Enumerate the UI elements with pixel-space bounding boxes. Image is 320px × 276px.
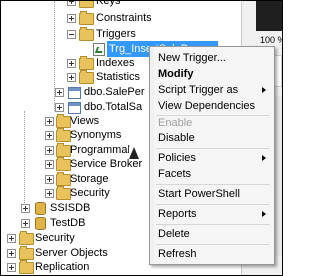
tree-item-label: Constraints	[96, 12, 152, 24]
folder-icon	[56, 172, 71, 186]
menu-item-facets[interactable]: Facets	[158, 166, 270, 182]
menu-item-modify[interactable]: Modify	[158, 66, 270, 82]
context-menu: New Trigger... Modify Script Trigger as …	[149, 46, 275, 265]
object-explorer-window: 100 % Keys Constraints Triggers Trg_Inse…	[0, 0, 283, 276]
tree-item-label: Security	[35, 232, 75, 244]
menu-item-refresh[interactable]: Refresh	[158, 246, 270, 262]
tree-item-label: Replication	[35, 261, 90, 273]
mouse-pointer-icon	[129, 147, 139, 159]
menu-separator	[156, 148, 270, 149]
menu-item-enable: Enable	[158, 117, 193, 129]
tree-item-label: Statistics	[96, 71, 141, 83]
tree-item-label: Keys	[96, 0, 121, 7]
folder-icon	[56, 143, 71, 157]
editor-toolbar-strip	[256, 1, 282, 31]
tree-item-label: TestDB	[50, 217, 86, 229]
folder-icon	[56, 186, 71, 200]
expand-icon[interactable]	[45, 175, 54, 184]
expand-icon[interactable]	[7, 249, 16, 258]
menu-item-reports[interactable]: Reports	[158, 206, 270, 222]
tree-item-label: SSISDB	[50, 202, 91, 214]
zoom-level[interactable]: 100 %	[260, 35, 282, 45]
expand-icon[interactable]	[45, 131, 54, 140]
expand-icon[interactable]	[67, 14, 76, 23]
menu-separator	[156, 224, 270, 225]
expand-icon[interactable]	[45, 189, 54, 198]
menu-separator	[156, 244, 270, 245]
menu-item-delete[interactable]: Delete	[158, 226, 270, 242]
folder-icon	[19, 260, 34, 274]
expand-icon[interactable]	[55, 103, 64, 112]
expand-icon[interactable]	[7, 234, 16, 243]
expand-icon[interactable]	[67, 1, 76, 6]
folder-icon	[79, 11, 94, 25]
menu-item-script-trigger-as[interactable]: Script Trigger as	[158, 82, 270, 98]
menu-item-new-trigger[interactable]: New Trigger...	[158, 50, 270, 66]
expand-icon[interactable]	[45, 146, 54, 155]
menu-item-disable[interactable]: Disable	[158, 130, 270, 146]
expand-icon[interactable]	[21, 219, 30, 228]
menu-item-label: Reports	[158, 208, 197, 220]
folder-icon	[79, 1, 94, 8]
folder-icon	[79, 56, 94, 70]
expand-icon[interactable]	[21, 204, 30, 213]
menu-separator	[156, 204, 270, 205]
tree-item-label: dbo.SalePer	[84, 86, 145, 98]
menu-item-label: Policies	[158, 152, 196, 164]
expand-icon[interactable]	[45, 117, 54, 126]
collapse-icon[interactable]	[67, 30, 76, 39]
menu-gutter	[150, 47, 154, 264]
folder-icon	[79, 70, 94, 84]
submenu-arrow-icon	[262, 155, 266, 161]
expand-icon[interactable]	[7, 263, 16, 272]
menu-item-view-dependencies[interactable]: View Dependencies	[158, 98, 270, 114]
menu-item-start-powershell[interactable]: Start PowerShell	[158, 186, 270, 202]
submenu-arrow-icon	[262, 211, 266, 217]
expand-icon[interactable]	[67, 73, 76, 82]
expand-icon[interactable]	[55, 88, 64, 97]
menu-item-policies[interactable]: Policies	[158, 150, 270, 166]
folder-icon	[19, 246, 34, 260]
folder-icon	[79, 27, 94, 41]
expand-icon[interactable]	[45, 160, 54, 169]
folder-icon	[56, 157, 71, 171]
tree-item-label: Triggers	[96, 28, 136, 40]
table-icon	[68, 87, 81, 99]
folder-icon	[19, 231, 34, 245]
database-icon	[35, 217, 46, 230]
tree-item-label: Security	[70, 187, 110, 199]
menu-item-label: Script Trigger as	[158, 84, 239, 96]
folder-icon	[56, 128, 71, 142]
folder-icon	[56, 114, 71, 128]
menu-separator	[156, 184, 270, 185]
tree-guide-line	[24, 111, 25, 207]
tree-item-label: Synonyms	[70, 129, 122, 141]
database-icon	[35, 202, 46, 215]
expand-icon[interactable]	[67, 59, 76, 68]
submenu-arrow-icon	[262, 87, 266, 93]
